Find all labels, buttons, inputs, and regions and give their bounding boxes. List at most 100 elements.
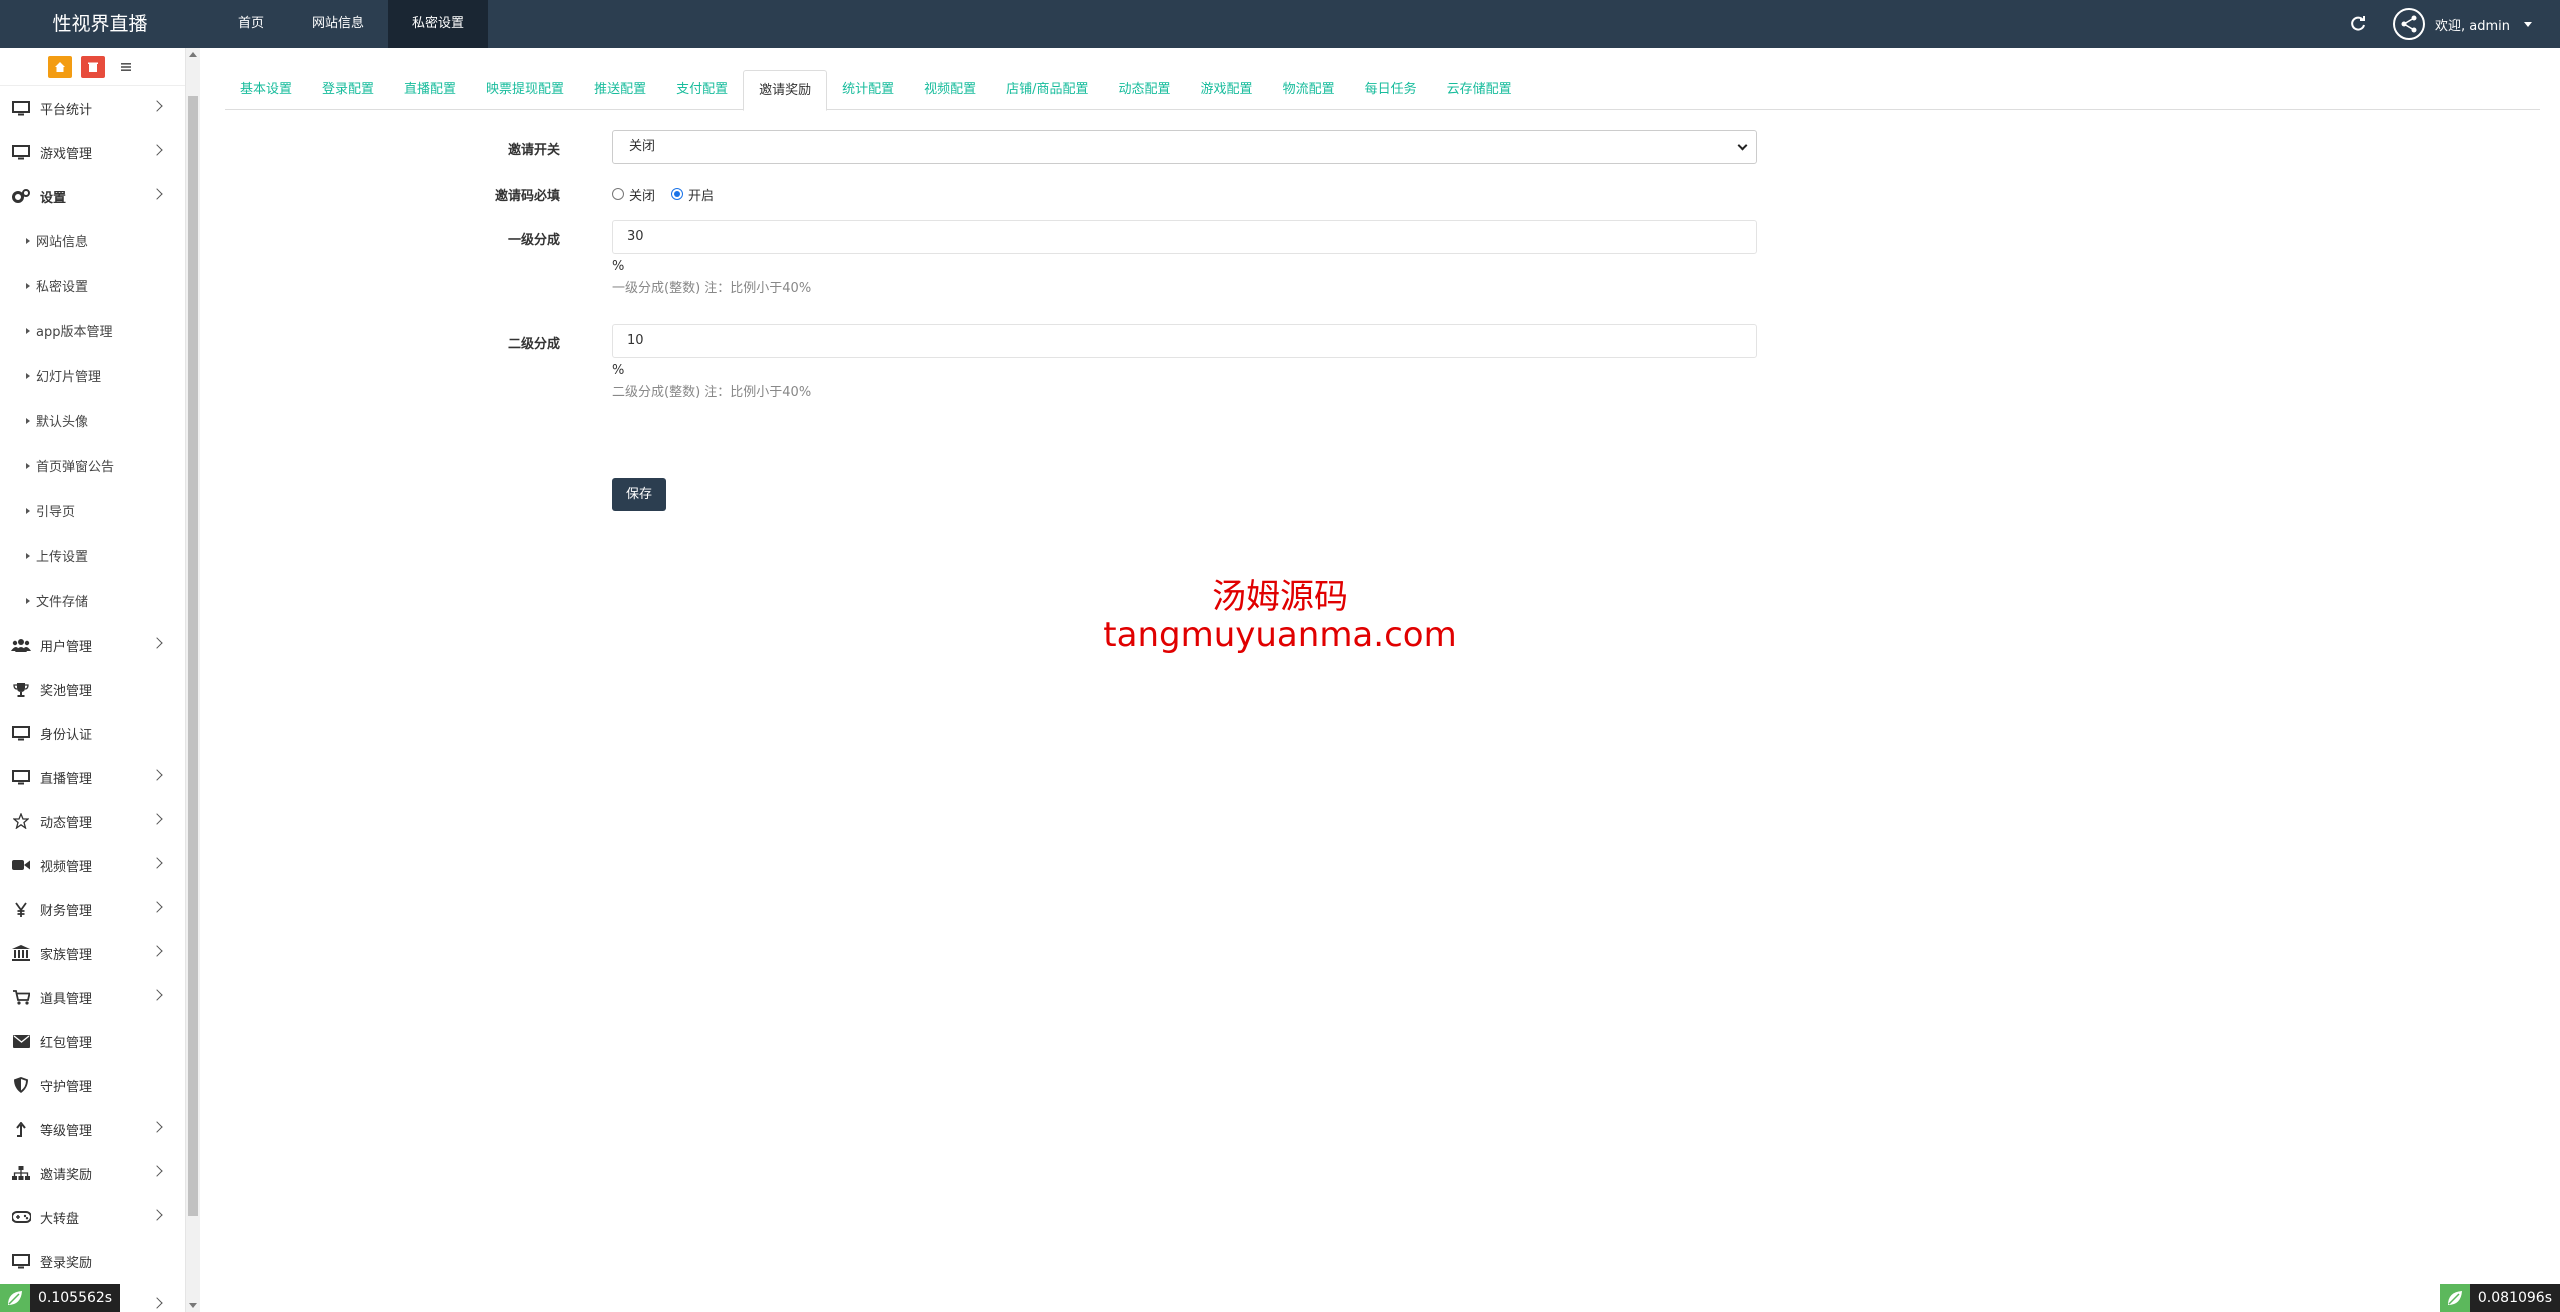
tab-invite-reward[interactable]: 邀请奖励 [743, 70, 828, 111]
tab-moments-config[interactable]: 动态配置 [1104, 70, 1186, 110]
sidebar-item-video-management[interactable]: 视频管理 [0, 843, 185, 887]
users-icon [10, 636, 32, 654]
sidebar-subitem-file-storage[interactable]: 文件存储 [0, 578, 185, 623]
top-navbar: 性视界直播 首页 网站信息 私密设置 欢迎, admin [0, 0, 2560, 48]
caret-right-icon [26, 372, 30, 379]
level1-input[interactable]: 30 [612, 220, 1757, 254]
sidebar-subitem-app-version[interactable]: app版本管理 [0, 308, 185, 353]
sidebar-subitem-default-avatar[interactable]: 默认头像 [0, 398, 185, 443]
sidebar-item-label: 直播管理 [40, 771, 93, 787]
tab-push-config[interactable]: 推送配置 [579, 70, 661, 110]
tab-basic-settings[interactable]: 基本设置 [225, 70, 307, 110]
sidebar-subitem-popup-notice[interactable]: 首页弹窗公告 [0, 443, 185, 488]
timer-left-value: 0.105562s [30, 1284, 121, 1312]
monitor-icon [10, 724, 32, 742]
sidebar-item-identity-auth[interactable]: 身份认证 [0, 711, 185, 755]
video-camera-icon [10, 856, 32, 874]
topnav-private-settings[interactable]: 私密设置 [388, 0, 489, 48]
chevron-right-icon [151, 144, 163, 156]
tab-cloud-storage-config[interactable]: 云存储配置 [1432, 70, 1527, 110]
invite-code-required-label: 邀请码必填 [494, 189, 560, 204]
sidebar-subitem-private-settings[interactable]: 私密设置 [0, 263, 185, 308]
radio-off-dot[interactable] [612, 188, 624, 200]
sidebar-item-red-packet[interactable]: 红包管理 [0, 1019, 185, 1063]
scroll-thumb[interactable] [188, 96, 198, 1216]
caret-right-icon [26, 237, 30, 244]
level2-help: 二级分成(整数) 注：比例小于40% [612, 385, 812, 400]
topnav-site-info[interactable]: 网站信息 [288, 0, 388, 48]
sidebar-item-live-management[interactable]: 直播管理 [0, 755, 185, 799]
sidebar-subitem-site-info[interactable]: 网站信息 [0, 218, 185, 263]
tab-stats-config[interactable]: 统计配置 [827, 70, 909, 110]
tab-daily-tasks[interactable]: 每日任务 [1350, 70, 1432, 110]
sidebar-subitem-upload-settings[interactable]: 上传设置 [0, 533, 185, 578]
gamepad-icon [10, 1208, 32, 1226]
tab-payment-config[interactable]: 支付配置 [661, 70, 743, 110]
save-button[interactable]: 保存 [612, 478, 666, 511]
tab-shop-config[interactable]: 店铺/商品配置 [991, 70, 1103, 110]
scroll-up-icon[interactable] [189, 52, 197, 57]
avatar [2393, 8, 2425, 40]
sidebar-item-game-management[interactable]: 游戏管理 [0, 130, 185, 174]
sidebar-item-user-management[interactable]: 用户管理 [0, 623, 185, 667]
level1-unit: % [612, 259, 625, 274]
sidebar-item-label: 道具管理 [40, 991, 93, 1007]
sidebar-subitem-label: 引导页 [36, 505, 76, 520]
sidebar-item-label: 守护管理 [40, 1079, 93, 1095]
sidebar-subitem-slides[interactable]: 幻灯片管理 [0, 353, 185, 398]
tab-live-config[interactable]: 直播配置 [389, 70, 471, 110]
radio-off[interactable]: 关闭 [612, 185, 655, 204]
caret-right-icon [26, 552, 30, 559]
timer-right-value: 0.081096s [2469, 1284, 2560, 1312]
sidebar-scrollbar[interactable] [186, 48, 200, 1312]
sidebar-item-family-management[interactable]: 家族管理 [0, 931, 185, 975]
sidebar-item-label: 视频管理 [40, 859, 93, 875]
invite-code-radio-group: 关闭 开启 [612, 184, 1757, 204]
sidebar-item-settings[interactable]: 设置 [0, 174, 185, 218]
tab-video-config[interactable]: 视频配置 [909, 70, 991, 110]
level1-label: 一级分成 [507, 233, 560, 248]
sidebar-subitem-guide-page[interactable]: 引导页 [0, 488, 185, 533]
level-arrow-icon [10, 1120, 32, 1138]
sidebar-item-lucky-wheel[interactable]: 大转盘 [0, 1195, 185, 1239]
topnav-home[interactable]: 首页 [214, 0, 288, 48]
invite-switch-select[interactable]: 关闭 [612, 130, 1757, 164]
caret-right-icon [26, 597, 30, 604]
radio-on-dot[interactable] [671, 188, 684, 200]
chevron-right-icon [151, 1297, 163, 1309]
sidebar-item-level-management[interactable]: 等级管理 [0, 1107, 185, 1151]
chevron-right-icon [151, 769, 163, 781]
chevron-down-icon [1737, 140, 1748, 151]
refresh-icon[interactable] [2349, 15, 2367, 33]
tab-game-config[interactable]: 游戏配置 [1186, 70, 1268, 110]
sidebar-item-prize-pool[interactable]: 奖池管理 [0, 667, 185, 711]
list-shortcut-button[interactable] [113, 55, 138, 78]
sidebar-item-guardian[interactable]: 守护管理 [0, 1063, 185, 1107]
sidebar-item-login-reward[interactable]: 登录奖励 [0, 1239, 185, 1283]
sidebar-item-invite-reward[interactable]: 邀请奖励 [0, 1151, 185, 1195]
leaf-icon [2439, 1284, 2470, 1312]
tab-withdraw-config[interactable]: 映票提现配置 [471, 70, 579, 110]
chevron-right-icon [151, 813, 163, 825]
level2-input[interactable]: 10 [612, 324, 1757, 358]
home-shortcut-button[interactable] [47, 55, 72, 78]
scroll-down-icon[interactable] [189, 1303, 197, 1308]
radio-on[interactable]: 开启 [671, 185, 714, 204]
app-brand[interactable]: 性视界直播 [0, 0, 200, 48]
chevron-down-icon [2524, 21, 2532, 27]
bank-icon [10, 944, 32, 962]
tab-login-config[interactable]: 登录配置 [307, 70, 389, 110]
trash-shortcut-button[interactable] [80, 55, 105, 78]
sidebar-item-platform-stats[interactable]: 平台统计 [0, 86, 185, 130]
star-icon [10, 812, 32, 830]
monitor-icon [10, 99, 32, 117]
invite-switch-label: 邀请开关 [507, 143, 560, 158]
caret-right-icon [26, 417, 30, 424]
tab-logistics-config[interactable]: 物流配置 [1268, 70, 1350, 110]
settings-tabs: 基本设置 登录配置 直播配置 映票提现配置 推送配置 支付配置 邀请奖励 统计配… [225, 70, 2540, 111]
sidebar-item-moments-management[interactable]: 动态管理 [0, 799, 185, 843]
sidebar-item-finance-management[interactable]: 财务管理 [0, 887, 185, 931]
sidebar-item-props-management[interactable]: 道具管理 [0, 975, 185, 1019]
chevron-right-icon [151, 901, 163, 913]
user-menu[interactable]: 欢迎, admin [2393, 8, 2532, 40]
